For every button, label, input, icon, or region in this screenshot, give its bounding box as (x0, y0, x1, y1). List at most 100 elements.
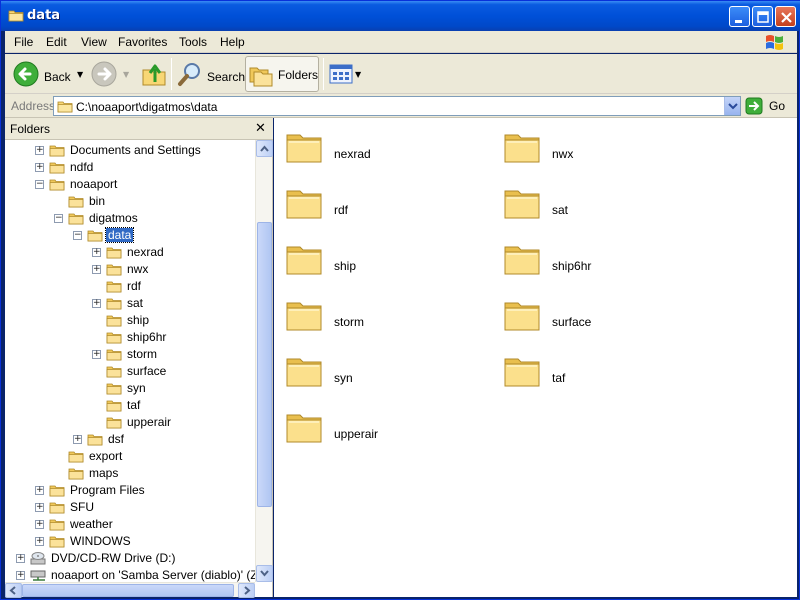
scroll-left-button[interactable] (5, 583, 22, 598)
folders-button[interactable]: Folders (245, 56, 319, 92)
folder-item-sat[interactable]: sat (502, 182, 712, 230)
scroll-right-button[interactable] (238, 583, 255, 598)
expand-icon[interactable]: + (35, 503, 44, 512)
folder-item-ship[interactable]: ship (284, 238, 494, 286)
tree-item-upperair[interactable]: upperair (5, 414, 255, 431)
folder-item-surface[interactable]: surface (502, 294, 712, 342)
expand-icon[interactable]: + (92, 248, 101, 257)
expand-icon[interactable]: + (35, 537, 44, 546)
folder-icon (106, 313, 122, 330)
tree-item-documents-and-settings[interactable]: + Documents and Settings (5, 142, 255, 159)
folder-item-taf[interactable]: taf (502, 350, 712, 398)
collapse-icon[interactable]: − (35, 180, 44, 189)
folder-icon (49, 143, 65, 160)
tree-item-sfu[interactable]: + SFU (5, 499, 255, 516)
tree-item-digatmos[interactable]: − digatmos (5, 210, 255, 227)
folder-item-rdf[interactable]: rdf (284, 182, 494, 230)
forward-button[interactable]: ▼ (91, 57, 133, 91)
tree-item-label: bin (89, 194, 106, 208)
tree-item-dsf[interactable]: + dsf (5, 431, 255, 448)
tree-item-ndfd[interactable]: + ndfd (5, 159, 255, 176)
address-input[interactable]: C:\noaaport\digatmos\data (53, 96, 741, 116)
up-button[interactable] (139, 57, 169, 91)
tree-item-noaaport-on-samba-server-diablo-z[interactable]: + noaaport on 'Samba Server (diablo)' (Z: (5, 567, 255, 582)
expand-icon[interactable]: + (16, 571, 25, 580)
tree-item-sat[interactable]: + sat (5, 295, 255, 312)
scroll-thumb[interactable] (257, 222, 272, 507)
folder-item-nwx[interactable]: nwx (502, 126, 712, 174)
tree-item-weather[interactable]: + weather (5, 516, 255, 533)
search-button[interactable]: Search (175, 57, 245, 91)
minimize-button[interactable] (729, 6, 750, 27)
folder-icon (49, 177, 65, 194)
tree-item-data[interactable]: − data (5, 227, 255, 244)
tree-item-label: upperair (127, 415, 172, 429)
folder-name: nexrad (334, 147, 371, 161)
folder-item-nexrad[interactable]: nexrad (284, 126, 494, 174)
scroll-down-button[interactable] (256, 565, 273, 582)
collapse-icon[interactable]: − (54, 214, 63, 223)
menu-tools[interactable]: Tools (179, 35, 207, 49)
tree-item-windows[interactable]: + WINDOWS (5, 533, 255, 550)
search-icon (178, 63, 200, 86)
tree-item-label: noaaport (70, 177, 118, 191)
tree-item-ship[interactable]: ship (5, 312, 255, 329)
tree-item-bin[interactable]: bin (5, 193, 255, 210)
tree-item-noaaport[interactable]: − noaaport (5, 176, 255, 193)
back-button[interactable]: Back ▼ (11, 57, 89, 91)
tree-item-rdf[interactable]: rdf (5, 278, 255, 295)
menu-favorites[interactable]: Favorites (118, 35, 167, 49)
folders-pane-header: Folders ✕ (5, 118, 273, 140)
folder-icon (106, 279, 122, 296)
tree-vertical-scrollbar[interactable] (255, 140, 273, 582)
tree-item-dvd-cd-rw-drive-d[interactable]: + DVD/CD-RW Drive (D:) (5, 550, 255, 567)
tree-item-label: surface (127, 364, 167, 378)
menu-edit[interactable]: Edit (46, 35, 67, 49)
tree-item-maps[interactable]: maps (5, 465, 255, 482)
tree-item-program-files[interactable]: + Program Files (5, 482, 255, 499)
folder-item-ship6hr[interactable]: ship6hr (502, 238, 712, 286)
expand-icon[interactable]: + (16, 554, 25, 563)
views-icon (329, 64, 353, 84)
file-list-view[interactable]: nexrad nwx rdf sat ship ship6hr storm su… (274, 118, 797, 597)
tree-item-label: storm (127, 347, 157, 361)
go-button[interactable]: Go (745, 95, 793, 117)
tree-item-nwx[interactable]: + nwx (5, 261, 255, 278)
scroll-up-button[interactable] (256, 140, 273, 157)
close-button[interactable] (775, 6, 796, 27)
expand-icon[interactable]: + (35, 486, 44, 495)
folder-item-syn[interactable]: syn (284, 350, 494, 398)
folder-name: sat (552, 203, 569, 217)
expand-icon[interactable]: + (35, 520, 44, 529)
menu-view[interactable]: View (81, 35, 107, 49)
tree-horizontal-scrollbar[interactable] (5, 582, 255, 598)
expand-icon[interactable]: + (73, 435, 82, 444)
tree-item-nexrad[interactable]: + nexrad (5, 244, 255, 261)
folder-item-storm[interactable]: storm (284, 294, 494, 342)
tree-item-storm[interactable]: + storm (5, 346, 255, 363)
horizontal-scroll-thumb[interactable] (22, 584, 234, 597)
folder-item-upperair[interactable]: upperair (284, 406, 494, 454)
tree-item-label: weather (70, 517, 113, 531)
views-button[interactable]: ▼ (327, 57, 363, 91)
address-dropdown-button[interactable] (724, 97, 740, 115)
menu-file[interactable]: File (14, 35, 33, 49)
tree-item-taf[interactable]: taf (5, 397, 255, 414)
maximize-button[interactable] (752, 6, 773, 27)
expand-icon[interactable]: + (35, 163, 44, 172)
tree-item-ship6hr[interactable]: ship6hr (5, 329, 255, 346)
close-pane-icon[interactable]: ✕ (255, 121, 266, 136)
collapse-icon[interactable]: − (73, 231, 82, 240)
tree-item-syn[interactable]: syn (5, 380, 255, 397)
tree-item-label: ship (127, 313, 150, 327)
tree-item-surface[interactable]: surface (5, 363, 255, 380)
expand-icon[interactable]: + (92, 265, 101, 274)
expand-icon[interactable]: + (92, 299, 101, 308)
expand-icon[interactable]: + (35, 146, 44, 155)
tree-item-label: digatmos (89, 211, 138, 225)
menu-help[interactable]: Help (220, 35, 245, 49)
tree-item-export[interactable]: export (5, 448, 255, 465)
title-bar[interactable]: data (1, 1, 800, 31)
back-dropdown-icon[interactable]: ▼ (77, 70, 83, 79)
expand-icon[interactable]: + (92, 350, 101, 359)
